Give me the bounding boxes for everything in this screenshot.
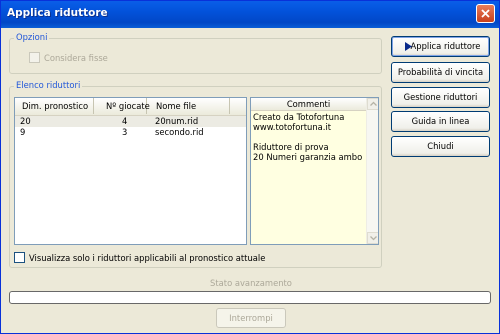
apply-reducer-button[interactable]: Applica riduttore	[391, 36, 490, 57]
row-file: 20num.rid	[155, 116, 199, 126]
consider-fixed-label: Considera fisse	[44, 52, 108, 63]
apply-reducer-label: Applica riduttore	[410, 41, 481, 51]
scroll-up-button[interactable]	[367, 98, 378, 110]
row-giocate: 3	[122, 127, 128, 137]
comment-line: 20 Numeri garanzia ambo	[253, 152, 363, 162]
table-row[interactable]: 9 3 secondo.rid	[15, 127, 246, 138]
comment-line: Creato da Totofortuna	[253, 112, 345, 122]
show-applicable-option: Visualizza solo i riduttori applicabili …	[14, 252, 265, 263]
chevron-down-icon	[370, 236, 377, 241]
column-header-dim[interactable]: Dim. pronostico	[15, 98, 94, 114]
comments-panel[interactable]: Commenti Creato da Totofortuna www.totof…	[250, 97, 379, 245]
online-help-button[interactable]: Guida in linea	[391, 111, 490, 132]
comment-line: Riduttore di prova	[253, 142, 329, 152]
win-probability-button[interactable]: Probabilità di vincita	[391, 62, 490, 83]
reducers-list[interactable]: Dim. pronostico Nº giocate Nome file 20 …	[14, 97, 247, 245]
progress-bar	[9, 291, 491, 304]
column-header-giocate[interactable]: Nº giocate	[94, 98, 150, 114]
reducers-list-header: Dim. pronostico Nº giocate Nome file	[15, 98, 246, 116]
consider-fixed-checkbox[interactable]	[29, 52, 40, 63]
play-icon	[405, 42, 412, 51]
table-row[interactable]: 20 4 20num.rid	[15, 116, 246, 127]
column-header-file[interactable]: Nome file	[147, 98, 230, 114]
manage-reducers-button[interactable]: Gestione riduttori	[391, 87, 490, 108]
row-dim: 9	[20, 127, 26, 137]
close-window-button[interactable]	[476, 4, 495, 23]
scroll-down-button[interactable]	[367, 232, 378, 244]
progress-status-label: Stato avanzamento	[210, 278, 292, 288]
title-bar[interactable]: Applica riduttore	[1, 1, 499, 28]
close-button[interactable]: Chiudi	[391, 136, 490, 157]
row-dim: 20	[20, 116, 31, 126]
chevron-up-icon	[370, 101, 377, 106]
window-title: Applica riduttore	[7, 7, 108, 19]
dialog-window: Applica riduttore Opzioni Considera fiss…	[0, 0, 500, 334]
comments-scrollbar[interactable]	[366, 98, 378, 244]
close-icon	[481, 9, 490, 18]
interrupt-button[interactable]: Interrompi	[216, 308, 286, 328]
row-file: secondo.rid	[155, 127, 204, 137]
options-legend: Opzioni	[14, 32, 50, 42]
comments-header: Commenti	[251, 98, 366, 111]
reducers-legend: Elenco riduttori	[14, 80, 83, 90]
show-applicable-label: Visualizza solo i riduttori applicabili …	[29, 252, 266, 263]
consider-fixed-option: Considera fisse	[29, 52, 108, 63]
comment-line: www.totofortuna.it	[253, 122, 332, 132]
row-giocate: 4	[122, 116, 128, 126]
show-applicable-checkbox[interactable]	[14, 252, 25, 263]
